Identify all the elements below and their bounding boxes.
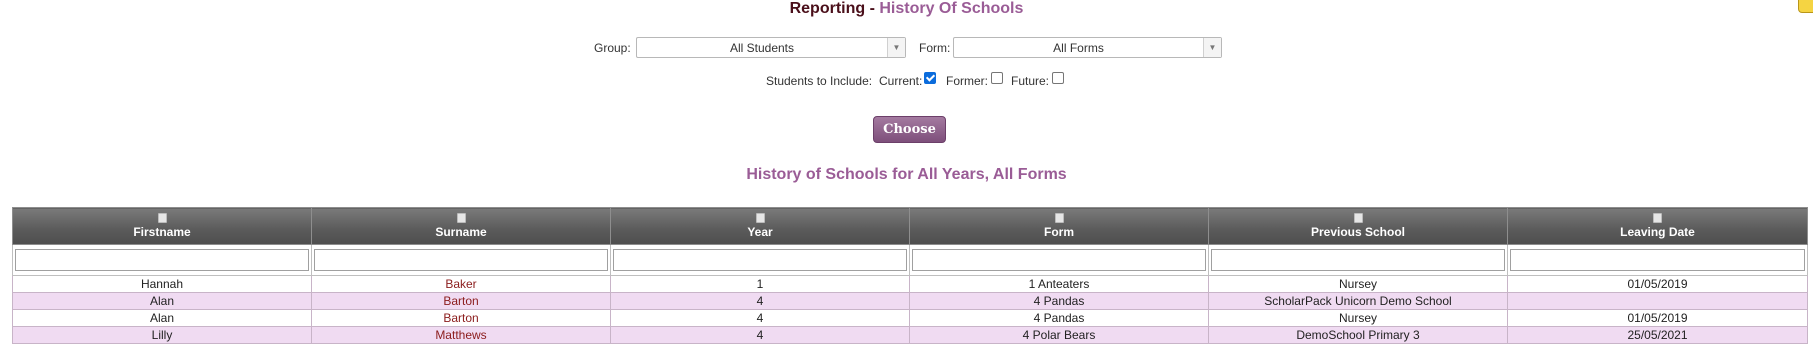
column-header-surname[interactable]: Surname [311,207,611,245]
group-select-value: All Students [729,41,795,55]
page-title-separator: - [865,0,880,17]
former-checkbox[interactable] [991,72,1003,84]
filter-cell [12,244,312,276]
cell-year: 4 [610,309,910,327]
table-filter-row [12,244,1808,276]
column-header-leaving-date[interactable]: Leaving Date [1507,207,1808,245]
cell-year: 4 [610,292,910,310]
filter-cell [1208,244,1508,276]
table-row[interactable]: Alan Barton 4 4 Pandas ScholarPack Unico… [12,292,1808,310]
cell-form: 4 Polar Bears [909,326,1209,344]
future-label: Future: [1011,74,1050,88]
cell-previous-school: Nursey [1208,309,1508,327]
sort-icon[interactable] [1054,213,1064,223]
cell-surname: Matthews [311,326,611,344]
column-header-label: Year [747,225,773,239]
table-header-row: Firstname Surname Year Form Previous Sch… [12,207,1808,245]
sort-icon[interactable] [755,213,765,223]
students-to-include: Students to Include: Current: Former: Fu… [0,72,1813,90]
cell-year: 1 [610,275,910,293]
former-label: Former: [946,74,988,88]
sort-icon[interactable] [456,213,466,223]
form-select-value: All Forms [1053,41,1104,55]
history-table: Firstname Surname Year Form Previous Sch… [12,207,1808,344]
table-row[interactable]: Alan Barton 4 4 Pandas Nursey 01/05/2019 [12,309,1808,327]
cell-leaving-date [1507,292,1808,310]
page-title: Reporting - History Of Schools [0,0,1813,18]
chevron-down-icon[interactable]: ▼ [1203,38,1221,57]
group-select[interactable]: All Students ▼ [636,37,906,58]
filter-cell [1507,244,1808,276]
sort-icon[interactable] [1653,213,1662,223]
filter-cell [610,244,910,276]
choose-button[interactable]: Choose [873,116,946,143]
cell-previous-school: DemoSchool Primary 3 [1208,326,1508,344]
table-row[interactable]: Lilly Matthews 4 4 Polar Bears DemoSchoo… [12,326,1808,344]
cell-previous-school: Nursey [1208,275,1508,293]
filter-selects: Group: All Students ▼ Form: All Forms ▼ [0,37,1813,61]
filter-firstname-input[interactable] [15,249,309,271]
group-label: Group: [594,41,631,55]
report-heading: History of Schools for All Years, All Fo… [746,166,1067,183]
filter-cell [311,244,611,276]
include-label: Students to Include: [766,74,873,88]
table-row[interactable]: Hannah Baker 1 1 Anteaters Nursey 01/05/… [12,275,1808,293]
form-select[interactable]: All Forms ▼ [953,37,1222,58]
cell-form: 4 Pandas [909,292,1209,310]
cell-form: 4 Pandas [909,309,1209,327]
future-checkbox[interactable] [1052,72,1064,84]
cell-form: 1 Anteaters [909,275,1209,293]
current-label: Current: [879,74,923,88]
cell-leaving-date: 01/05/2019 [1507,275,1808,293]
cell-surname: Barton [311,292,611,310]
filter-form-input[interactable] [912,249,1206,271]
column-header-label: Previous School [1310,225,1406,239]
page-title-sub: History Of Schools [879,0,1024,17]
cell-year: 4 [610,326,910,344]
filter-surname-input[interactable] [314,249,608,271]
column-header-label: Surname [435,225,487,239]
cell-firstname: Alan [12,292,312,310]
column-header-label: Form [1044,225,1074,239]
cell-previous-school: ScholarPack Unicorn Demo School [1208,292,1508,310]
filter-previous-school-input[interactable] [1211,249,1505,271]
sort-icon[interactable] [1353,213,1363,223]
column-header-firstname[interactable]: Firstname [12,207,312,245]
filter-year-input[interactable] [613,249,907,271]
cell-firstname: Hannah [12,275,312,293]
column-header-form[interactable]: Form [909,207,1209,245]
filter-leaving-date-input[interactable] [1510,249,1805,271]
column-header-label: Leaving Date [1620,225,1695,239]
cell-firstname: Lilly [12,326,312,344]
form-label: Form: [919,41,951,55]
cell-surname: Barton [311,309,611,327]
current-checkbox[interactable] [924,72,936,84]
column-header-year[interactable]: Year [610,207,910,245]
cell-leaving-date: 01/05/2019 [1507,309,1808,327]
cell-leaving-date: 25/05/2021 [1507,326,1808,344]
page-title-main: Reporting [789,0,866,17]
chevron-down-icon[interactable]: ▼ [887,38,905,57]
cell-firstname: Alan [12,309,312,327]
sort-icon[interactable] [157,213,167,223]
column-header-label: Firstname [133,225,191,239]
cell-surname: Baker [311,275,611,293]
column-header-previous-school[interactable]: Previous School [1208,207,1508,245]
filter-cell [909,244,1209,276]
